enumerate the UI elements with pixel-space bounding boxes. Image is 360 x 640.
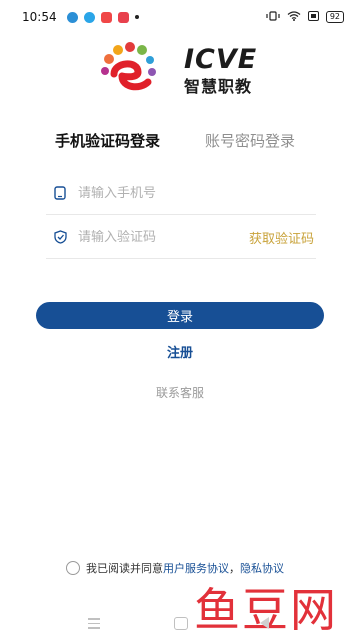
login-button[interactable]: 登录 xyxy=(36,302,324,329)
brand-logo: ICVE 智慧职教 xyxy=(96,40,276,100)
tab-password-login[interactable]: 账号密码登录 xyxy=(205,130,295,151)
tab-sms-login[interactable]: 手机验证码登录 xyxy=(55,130,160,151)
status-bar: 10:54 92 xyxy=(0,0,360,34)
agreement-prefix: 我已阅读并同意 xyxy=(86,562,163,575)
shield-icon xyxy=(54,230,68,244)
phone-field xyxy=(46,172,316,215)
phone-input[interactable] xyxy=(78,185,316,201)
code-field: 获取验证码 xyxy=(46,216,316,259)
agreement-checkbox[interactable] xyxy=(66,561,80,575)
phone-icon xyxy=(54,186,68,200)
app-notification-icon xyxy=(83,11,95,23)
home-icon[interactable] xyxy=(174,617,188,630)
status-bar-left: 10:54 xyxy=(22,10,139,24)
status-time: 10:54 xyxy=(22,10,57,24)
app-notification-icon xyxy=(100,11,112,23)
battery-icon: 92 xyxy=(325,11,344,23)
app-notification-icon xyxy=(117,11,129,23)
app-notification-icon xyxy=(66,11,78,23)
get-code-button[interactable]: 获取验证码 xyxy=(249,228,314,247)
status-bar-right: 92 xyxy=(266,10,344,24)
login-tabs: 手机验证码登录 账号密码登录 xyxy=(0,130,360,152)
brand-subtitle: 智慧职教 xyxy=(184,77,253,96)
register-link[interactable]: 注册 xyxy=(0,342,360,361)
code-input[interactable] xyxy=(78,229,249,245)
wifi-icon xyxy=(287,10,301,24)
menu-icon[interactable] xyxy=(88,618,100,632)
more-notifications-icon xyxy=(134,15,139,19)
logo-mark-icon xyxy=(101,42,156,91)
brand-name: ICVE xyxy=(184,44,258,75)
sim-icon xyxy=(307,10,319,24)
contact-support-link[interactable]: 联系客服 xyxy=(0,384,360,401)
vibrate-icon xyxy=(266,10,280,24)
system-nav-bar xyxy=(0,608,360,640)
back-icon[interactable] xyxy=(260,617,269,629)
